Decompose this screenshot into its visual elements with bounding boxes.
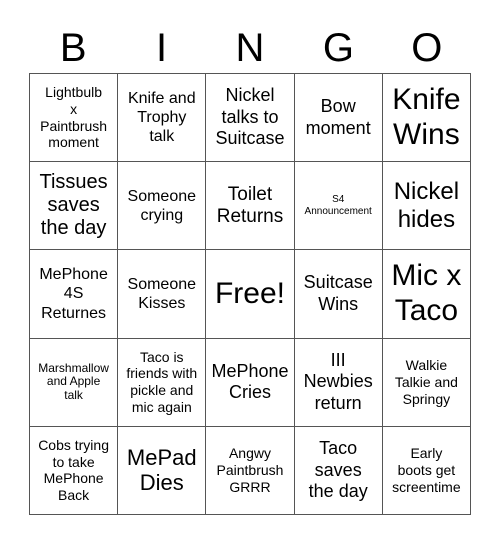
bingo-cell[interactable]: Knife Wins: [382, 74, 471, 163]
header-letter-g: G: [322, 26, 354, 70]
bingo-cell[interactable]: Nickel talks to Suitcase: [206, 74, 295, 163]
bingo-cell[interactable]: Someone Kisses: [118, 250, 207, 339]
cell-text: III Newbies return: [303, 349, 373, 413]
cell-text: S4 Announcement: [304, 194, 372, 217]
header-letter-o: O: [411, 26, 443, 70]
cell-text: Taco is friends with pickle and mic agai…: [126, 348, 198, 415]
bingo-cell[interactable]: Cobs trying to take MePhone Back: [30, 426, 119, 515]
cell-text: Walkie Talkie and Springy: [394, 357, 458, 407]
bingo-cell[interactable]: MePad Dies: [118, 426, 207, 515]
bingo-cell[interactable]: Early boots get screentime: [382, 426, 471, 515]
cell-text: Angwy Paintbrush GRRR: [216, 445, 284, 495]
cell-text: MePhone 4S Returnes: [39, 266, 108, 322]
bingo-cell[interactable]: MePhone 4S Returnes: [30, 250, 119, 339]
cell-text: MePad Dies: [126, 444, 197, 496]
bingo-cell[interactable]: Mic x Taco: [382, 250, 471, 339]
header-letter-b: B: [59, 26, 87, 70]
bingo-header: B I N G O: [29, 24, 471, 73]
cell-text: Marshmallow and Apple talk: [38, 360, 109, 403]
bingo-cell[interactable]: Lightbulb x Paintbrush moment: [30, 74, 119, 163]
bingo-cell[interactable]: Taco saves the day: [294, 426, 383, 515]
cell-text: Mic x Taco: [391, 259, 462, 327]
bingo-card-grid: Lightbulb x Paintbrush moment Knife and …: [29, 73, 471, 515]
header-letter-i: I: [156, 26, 168, 70]
bingo-cell[interactable]: Nickel hides: [382, 162, 471, 251]
cell-text: Someone crying: [127, 187, 197, 224]
cell-text: Early boots get screentime: [392, 445, 461, 495]
bingo-cell[interactable]: Suitcase Wins: [294, 250, 383, 339]
bingo-cell[interactable]: III Newbies return: [294, 338, 383, 427]
header-letter-n: N: [235, 26, 265, 70]
cell-text: Taco saves the day: [308, 438, 368, 502]
bingo-cell[interactable]: Taco is friends with pickle and mic agai…: [118, 338, 207, 427]
bingo-cell[interactable]: Someone crying: [118, 162, 207, 251]
bingo-cell[interactable]: Knife and Trophy talk: [118, 74, 207, 163]
cell-text: Bow moment: [305, 96, 371, 138]
bingo-cell[interactable]: Tissues saves the day: [30, 162, 119, 251]
bingo-cell[interactable]: S4 Announcement: [294, 162, 383, 251]
cell-text: Suitcase Wins: [303, 272, 373, 314]
cell-text: Lightbulb x Paintbrush moment: [40, 84, 108, 151]
cell-text: Toilet Returns: [216, 183, 284, 227]
bingo-cell[interactable]: MePhone Cries: [206, 338, 295, 427]
bingo-cell[interactable]: Marshmallow and Apple talk: [30, 338, 119, 427]
cell-text: Free!: [214, 276, 285, 310]
cell-text: Nickel hides: [393, 178, 460, 233]
bingo-cell[interactable]: Angwy Paintbrush GRRR: [206, 426, 295, 515]
cell-text: Someone Kisses: [127, 275, 197, 312]
cell-text: Nickel talks to Suitcase: [215, 85, 285, 149]
cell-text: Tissues saves the day: [39, 170, 108, 240]
cell-text: Knife Wins: [392, 83, 461, 151]
bingo-cell[interactable]: Walkie Talkie and Springy: [382, 338, 471, 427]
bingo-cell[interactable]: Toilet Returns: [206, 162, 295, 251]
cell-text: Cobs trying to take MePhone Back: [38, 436, 109, 504]
bingo-cell free-space[interactable]: Free!: [206, 250, 295, 339]
cell-text: Knife and Trophy talk: [127, 89, 196, 146]
bingo-cell[interactable]: Bow moment: [294, 74, 383, 163]
cell-text: MePhone Cries: [211, 360, 289, 403]
